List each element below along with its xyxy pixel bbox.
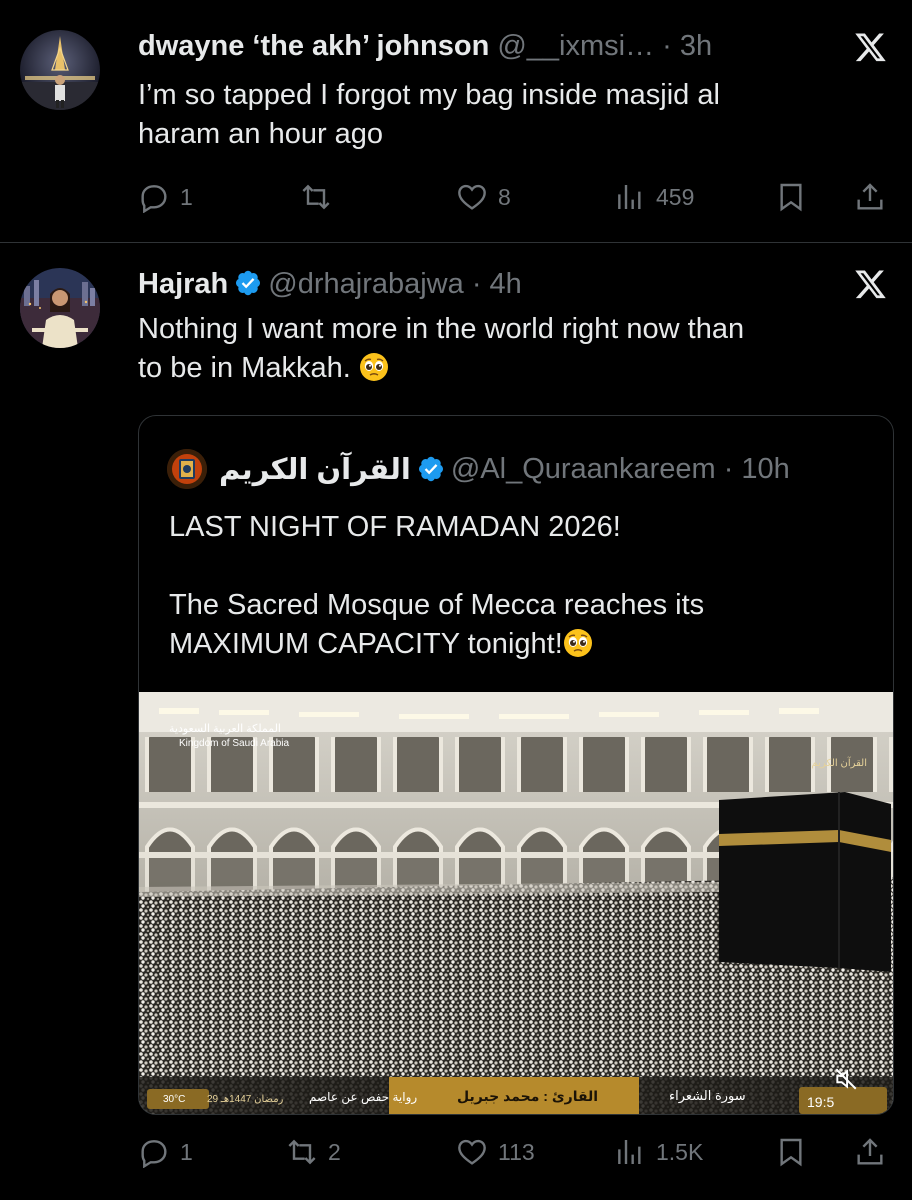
quoted-tweet-header: القرآن الكريم @Al_Quraankareem · 10h [167, 449, 790, 489]
tweet-actions: 1 2 113 1.5K [138, 1132, 898, 1172]
timestamp[interactable]: · 4h [472, 268, 522, 300]
reply-count: 1 [180, 183, 193, 210]
tweet-text-content: Nothing I want more in the world right n… [138, 313, 745, 384]
reply-button[interactable]: 1 [138, 177, 193, 217]
share-icon [854, 1136, 886, 1168]
bookmark-icon [775, 1136, 807, 1168]
views-icon [614, 1136, 646, 1168]
like-count: 113 [498, 1138, 535, 1165]
like-button[interactable]: 113 [456, 1132, 535, 1172]
tweet[interactable]: dwayne ‘the akh’ johnson @__ixmsi… · 3h … [0, 0, 912, 243]
reciter: القارئ : محمد جبريل [457, 1088, 599, 1104]
bookmark-button[interactable] [775, 177, 807, 217]
reply-count: 1 [180, 1138, 193, 1165]
mute-icon[interactable] [833, 1066, 859, 1092]
user-handle[interactable]: @__ixmsi… [497, 30, 654, 62]
quoted-handle[interactable]: @Al_Quraankareem [451, 453, 716, 486]
repost-icon [286, 1136, 318, 1168]
video-frame [139, 692, 893, 1114]
pleading-face-emoji-icon [563, 628, 593, 658]
share-button[interactable] [854, 177, 886, 217]
bookmark-icon [775, 181, 807, 213]
views-button[interactable]: 1.5K [614, 1132, 703, 1172]
like-count: 8 [498, 183, 511, 210]
quoted-display-name[interactable]: القرآن الكريم [219, 452, 411, 487]
temperature: 30°C [163, 1094, 186, 1105]
avatar[interactable] [20, 268, 100, 348]
tweet-text: Nothing I want more in the world right n… [138, 310, 878, 388]
views-button[interactable]: 459 [614, 177, 694, 217]
tweet-actions: 1 8 459 [138, 177, 898, 217]
tweet[interactable]: Hajrah @drhajrabajwa · 4h Nothing I want … [0, 243, 912, 1200]
repost-button[interactable] [300, 177, 342, 217]
display-name[interactable]: Hajrah [138, 268, 228, 300]
quoted-tweet-text-content: LAST NIGHT OF RAMADAN 2026! The Sacred M… [169, 511, 705, 660]
share-icon [854, 181, 886, 213]
reply-icon [138, 1136, 170, 1168]
quoted-avatar[interactable] [167, 449, 207, 489]
tweet-text: I’m so tapped I forgot my bag inside mas… [138, 79, 720, 150]
like-button[interactable]: 8 [456, 177, 511, 217]
verified-badge-icon [417, 455, 445, 483]
x-logo-icon [854, 267, 888, 301]
pleading-face-emoji-icon [359, 352, 389, 382]
view-count: 459 [656, 183, 695, 210]
broadcaster-logo-english: Kingdom of Saudi Arabia [179, 738, 290, 749]
verified-badge-icon [234, 269, 262, 297]
kaaba [719, 792, 891, 972]
user-handle[interactable]: @drhajrabajwa [268, 268, 463, 300]
repost-icon [300, 181, 332, 213]
tweet-header: dwayne ‘the akh’ johnson @__ixmsi… · 3h [138, 30, 712, 63]
surah-name: سورة الشعراء [669, 1088, 746, 1103]
share-button[interactable] [854, 1132, 886, 1172]
broadcaster-logo-arabic: المملكة العربية السعودية [169, 723, 281, 735]
quoted-tweet-text: LAST NIGHT OF RAMADAN 2026! The Sacred M… [169, 508, 869, 664]
view-count: 1.5K [656, 1138, 704, 1165]
tweet-header: Hajrah @drhajrabajwa · 4h [138, 268, 522, 301]
reply-button[interactable]: 1 [138, 1132, 193, 1172]
hijri-date: 29 رمضان 1447هـ [207, 1094, 284, 1105]
heart-icon [456, 181, 488, 213]
quoted-timestamp[interactable]: · 10h [724, 453, 790, 486]
bookmark-button[interactable] [775, 1132, 807, 1172]
x-logo-icon [854, 30, 888, 64]
narration: رواية حفص عن عاصم [309, 1090, 418, 1104]
broadcast-clock: 19:5 [807, 1094, 835, 1110]
timestamp[interactable]: · 3h [662, 30, 712, 62]
repost-button[interactable]: 2 [286, 1132, 341, 1172]
reply-icon [138, 181, 170, 213]
heart-icon [456, 1136, 488, 1168]
avatar[interactable] [20, 30, 100, 110]
video-player[interactable]: المملكة العربية السعودية Kingdom of Saud… [139, 692, 893, 1114]
channel-logo: القرآن الكريم [811, 758, 867, 769]
quoted-tweet[interactable]: القرآن الكريم @Al_Quraankareem · 10h LAST… [138, 415, 894, 1115]
views-icon [614, 181, 646, 213]
display-name[interactable]: dwayne ‘the akh’ johnson [138, 30, 489, 62]
repost-count: 2 [328, 1138, 341, 1165]
